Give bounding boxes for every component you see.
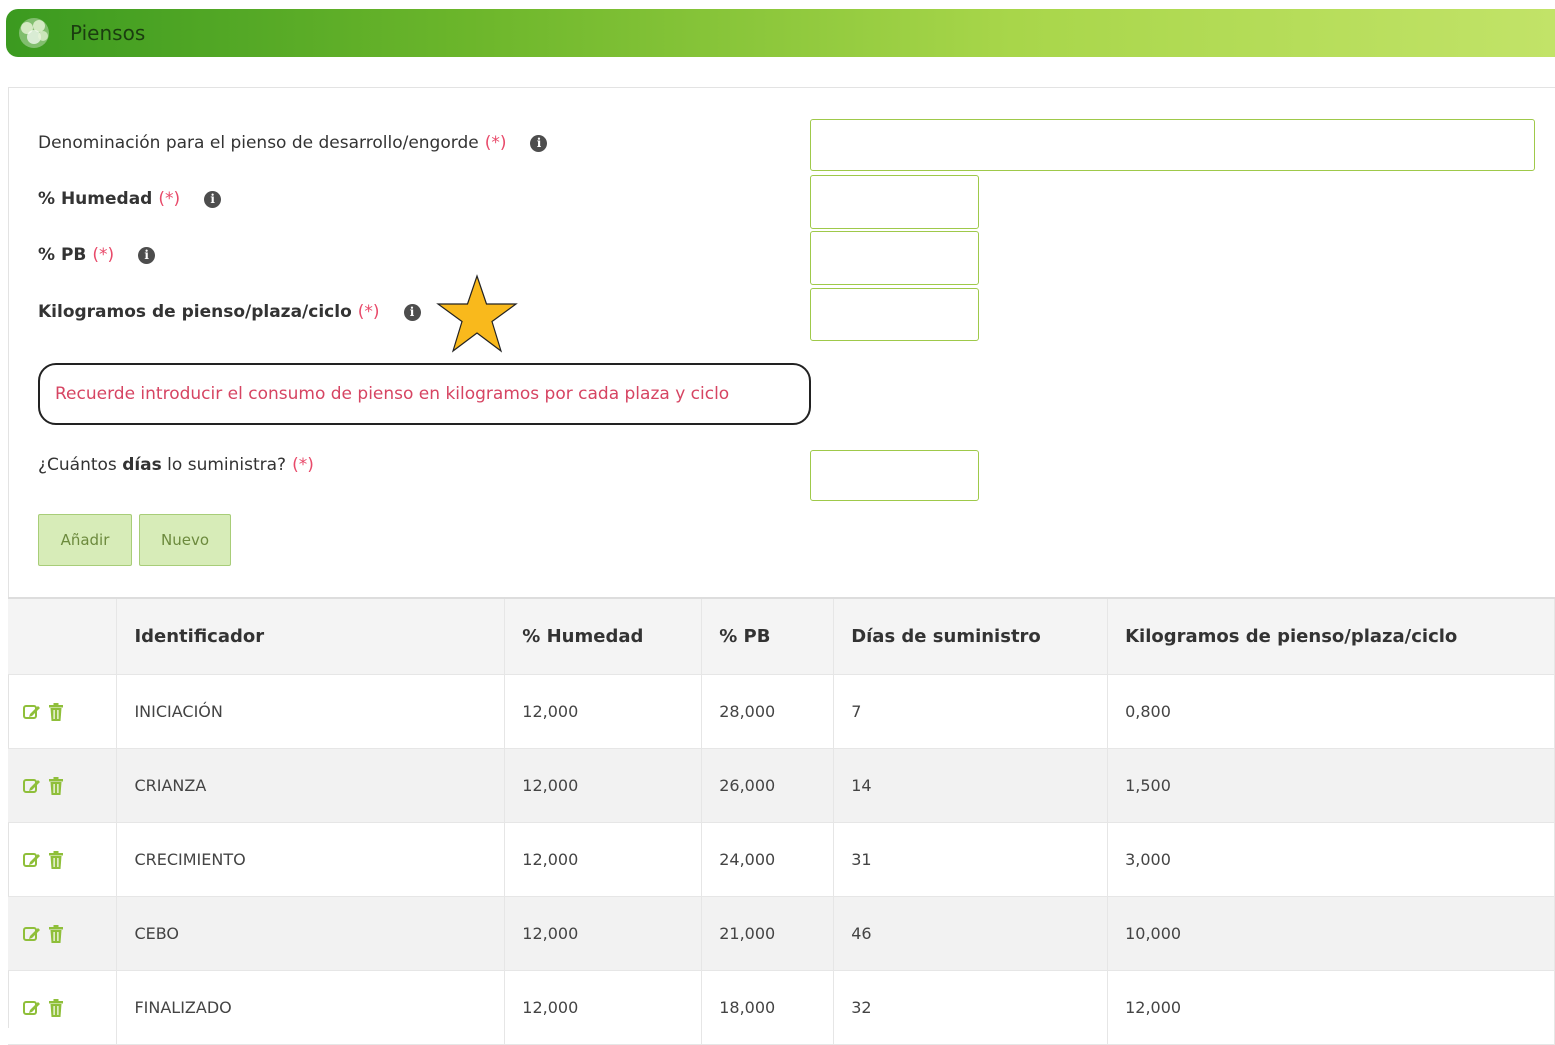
cell-kilogramos: 0,800 xyxy=(1107,674,1555,749)
cell-pb: 18,000 xyxy=(701,970,835,1045)
leaf-logo-icon xyxy=(19,18,49,48)
cell-pb: 24,000 xyxy=(701,822,835,897)
row-actions xyxy=(8,748,118,823)
dias-label: ¿Cuántos días lo suministra? (*) xyxy=(38,455,314,475)
edit-icon[interactable] xyxy=(23,778,41,794)
row-actions xyxy=(8,896,118,971)
cell-identificador: INICIACIÓN xyxy=(116,674,506,749)
table-row: FINALIZADO 12,000 18,000 32 12,000 xyxy=(8,970,1555,1045)
info-icon[interactable]: i xyxy=(403,303,421,321)
cell-dias: 46 xyxy=(833,896,1109,971)
info-icon[interactable]: i xyxy=(530,134,548,152)
info-icon[interactable]: i xyxy=(138,246,156,264)
denominacion-input[interactable] xyxy=(810,119,1535,171)
table-row: CEBO 12,000 21,000 46 10,000 xyxy=(8,896,1555,971)
cell-humedad: 12,000 xyxy=(504,970,703,1045)
pb-label: % PB (*) i xyxy=(38,245,156,265)
cell-humedad: 12,000 xyxy=(504,896,703,971)
cell-kilogramos: 3,000 xyxy=(1107,822,1555,897)
required-marker: (*) xyxy=(92,245,115,265)
edit-icon[interactable] xyxy=(23,926,41,942)
trash-icon[interactable] xyxy=(48,999,64,1018)
trash-icon[interactable] xyxy=(48,777,64,796)
column-header-kilogramos: Kilogramos de pienso/plaza/ciclo xyxy=(1107,597,1555,675)
trash-icon[interactable] xyxy=(48,703,64,722)
table-row: CRECIMIENTO 12,000 24,000 31 3,000 xyxy=(8,822,1555,897)
cell-humedad: 12,000 xyxy=(504,674,703,749)
required-marker: (*) xyxy=(484,133,507,153)
denominacion-label: Denominación para el pienso de desarroll… xyxy=(38,133,548,153)
cell-identificador: CEBO xyxy=(116,896,506,971)
cell-kilogramos: 12,000 xyxy=(1107,970,1555,1045)
table-row: INICIACIÓN 12,000 28,000 7 0,800 xyxy=(8,674,1555,749)
column-header-dias: Días de suministro xyxy=(833,597,1109,675)
cell-humedad: 12,000 xyxy=(504,748,703,823)
row-actions xyxy=(8,674,118,749)
cell-dias: 32 xyxy=(833,970,1109,1045)
column-header-humedad: % Humedad xyxy=(504,597,703,675)
cell-identificador: CRECIMIENTO xyxy=(116,822,506,897)
required-marker: (*) xyxy=(357,302,380,322)
required-marker: (*) xyxy=(158,189,181,209)
new-button[interactable]: Nuevo xyxy=(139,514,231,566)
table-header-row: Identificador % Humedad % PB Días de sum… xyxy=(8,597,1555,675)
kilogramos-input[interactable] xyxy=(810,288,979,341)
reminder-note: Recuerde introducir el consumo de pienso… xyxy=(38,363,811,425)
row-actions xyxy=(8,970,118,1045)
column-header-pb: % PB xyxy=(701,597,835,675)
required-marker: (*) xyxy=(292,455,314,475)
add-button[interactable]: Añadir xyxy=(38,514,132,566)
cell-humedad: 12,000 xyxy=(504,822,703,897)
humedad-input[interactable] xyxy=(810,175,979,229)
page-title: Piensos xyxy=(70,21,146,45)
trash-icon[interactable] xyxy=(48,851,64,870)
edit-icon[interactable] xyxy=(23,852,41,868)
dias-input[interactable] xyxy=(810,450,979,501)
cell-pb: 28,000 xyxy=(701,674,835,749)
page-header: Piensos xyxy=(6,9,1555,57)
cell-kilogramos: 10,000 xyxy=(1107,896,1555,971)
cell-identificador: CRIANZA xyxy=(116,748,506,823)
cell-pb: 26,000 xyxy=(701,748,835,823)
cell-kilogramos: 1,500 xyxy=(1107,748,1555,823)
edit-icon[interactable] xyxy=(23,704,41,720)
column-header-identificador: Identificador xyxy=(116,597,506,675)
pb-input[interactable] xyxy=(810,231,979,285)
star-highlight-icon xyxy=(436,274,518,353)
cell-dias: 31 xyxy=(833,822,1109,897)
kilogramos-label: Kilogramos de pienso/plaza/ciclo (*) i xyxy=(38,302,421,322)
info-icon[interactable]: i xyxy=(204,190,222,208)
table-row: CRIANZA 12,000 26,000 14 1,500 xyxy=(8,748,1555,823)
actions-header xyxy=(8,597,118,675)
cell-pb: 21,000 xyxy=(701,896,835,971)
cell-dias: 7 xyxy=(833,674,1109,749)
trash-icon[interactable] xyxy=(48,925,64,944)
row-actions xyxy=(8,822,118,897)
piensos-table: Identificador % Humedad % PB Días de sum… xyxy=(8,597,1555,1045)
humedad-label: % Humedad (*) i xyxy=(38,189,222,209)
cell-dias: 14 xyxy=(833,748,1109,823)
edit-icon[interactable] xyxy=(23,1000,41,1016)
cell-identificador: FINALIZADO xyxy=(116,970,506,1045)
